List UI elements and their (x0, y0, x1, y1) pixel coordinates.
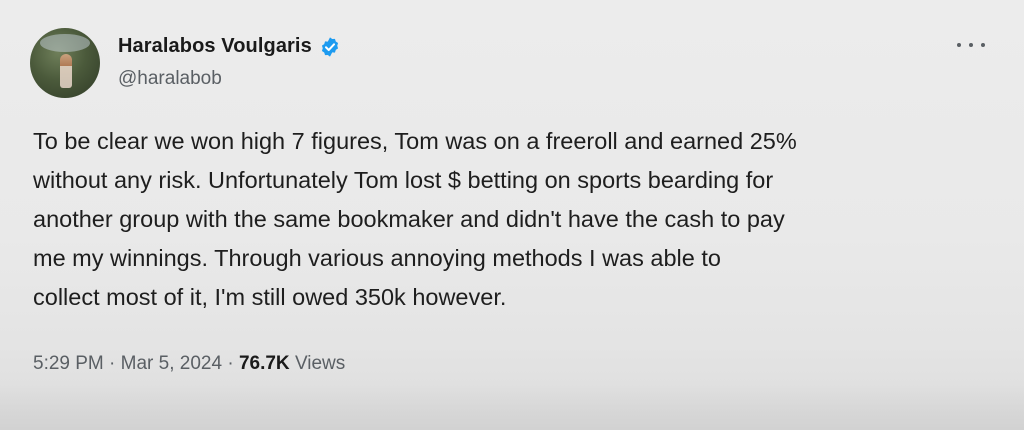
more-dot (981, 43, 985, 47)
views-label: Views (294, 353, 346, 374)
bottom-shade (0, 384, 1024, 430)
tweet-text-line: me my winnings. Through various annoying… (33, 245, 721, 271)
avatar-person (60, 54, 72, 88)
verified-badge-icon (321, 36, 338, 57)
tweet-text-line: To be clear we won high 7 figures, Tom w… (33, 128, 797, 154)
meta-separator: · (227, 353, 239, 374)
tweet-date[interactable]: Mar 5, 2024 (121, 353, 222, 374)
tweet-text: To be clear we won high 7 figures, Tom w… (33, 122, 1003, 317)
author-handle[interactable]: @haralabob (118, 68, 222, 90)
author-display-name[interactable]: Haralabos Voulgaris (118, 35, 312, 58)
avatar[interactable] (30, 28, 100, 98)
more-horizontal-icon[interactable] (957, 38, 985, 52)
tweet-text-line: without any risk. Unfortunately Tom lost… (33, 167, 774, 193)
avatar-background (40, 34, 90, 52)
tweet-meta: 5:29 PM · Mar 5, 2024 · 76.7K Views (33, 353, 345, 375)
tweet-text-line: another group with the same bookmaker an… (33, 206, 785, 232)
views-count[interactable]: 76.7K (239, 353, 290, 374)
tweet-time[interactable]: 5:29 PM (33, 353, 104, 374)
tweet-card: Haralabos Voulgaris @haralabob To be cle… (0, 0, 1024, 430)
more-dot (969, 43, 973, 47)
meta-separator: · (109, 353, 121, 374)
more-dot (957, 43, 961, 47)
author-name-row: Haralabos Voulgaris (118, 35, 341, 58)
tweet-text-line: collect most of it, I'm still owed 350k … (33, 284, 507, 310)
